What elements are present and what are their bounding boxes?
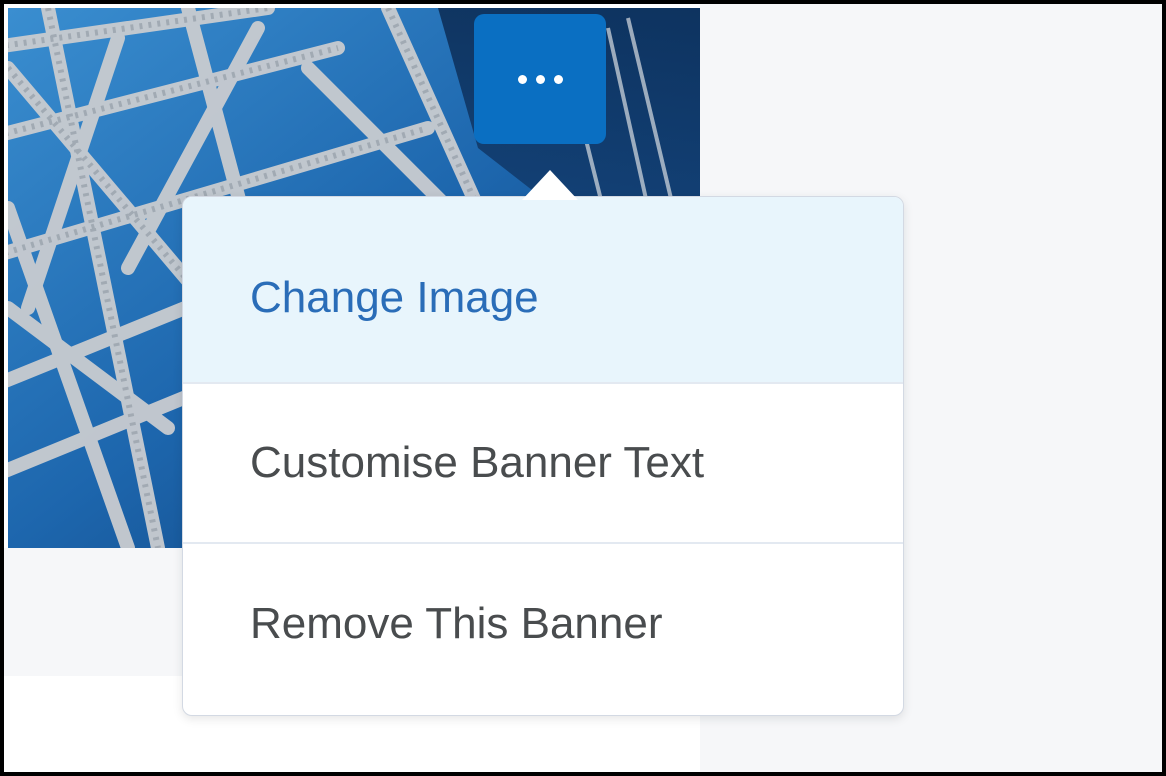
menu-item-label: Customise Banner Text xyxy=(250,438,705,487)
ellipsis-icon xyxy=(553,74,563,84)
more-options-button[interactable] xyxy=(474,14,606,144)
banner-options-menu: Change Image Customise Banner Text Remov… xyxy=(182,196,904,716)
menu-item-label: Change Image xyxy=(250,272,539,322)
dropdown-caret xyxy=(522,170,578,200)
menu-item-label: Remove This Banner xyxy=(250,598,663,648)
menu-item-customise-banner-text[interactable]: Customise Banner Text xyxy=(183,382,903,542)
ellipsis-icon xyxy=(517,74,527,84)
ellipsis-icon xyxy=(535,74,545,84)
menu-item-remove-banner[interactable]: Remove This Banner xyxy=(183,542,903,715)
menu-item-change-image[interactable]: Change Image xyxy=(183,197,903,382)
